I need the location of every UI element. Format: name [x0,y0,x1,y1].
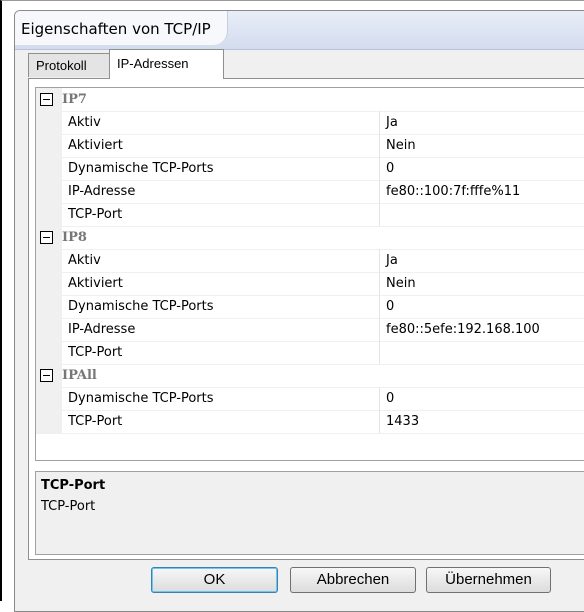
description-title: TCP-Port [41,478,106,493]
property-value[interactable]: 0 [386,157,394,180]
property-value[interactable]: fe80::5efe:192.168.100 [386,318,540,341]
property-name: Aktiv [62,111,380,134]
grid-gutter [36,410,62,433]
grid-gutter [36,295,62,318]
tab-ip-adressen[interactable]: IP-Adressen [109,49,224,79]
grid-gutter [36,272,62,295]
collapse-icon[interactable] [40,369,53,382]
grid-gutter [36,226,62,249]
grid-gutter [36,180,62,203]
property-row[interactable]: IP-Adresse fe80::100:7f:fffe%11 [36,180,584,204]
property-value[interactable]: fe80::100:7f:fffe%11 [386,180,520,203]
title-bar[interactable]: Eigenschaften von TCP/IP [15,11,584,50]
cancel-button[interactable]: Abbrechen [290,567,416,593]
grid-gutter [36,249,62,272]
grid-gutter [36,111,62,134]
property-name: Aktiv [62,249,380,272]
grid-gutter [36,88,62,111]
tab-panel-ip-adressen: IP7 Aktiv Ja Aktiviert Nein Dynamische TCP-Po… [28,78,584,560]
property-grid[interactable]: IP7 Aktiv Ja Aktiviert Nein Dynamische TCP-Po… [35,87,584,461]
property-name: Dynamische TCP-Ports [62,387,380,410]
grid-gutter [36,387,62,410]
description-text: TCP-Port [41,499,96,514]
category-row[interactable]: IP7 [36,88,584,112]
property-value[interactable]: Ja [386,249,398,272]
ok-button[interactable]: OK [151,567,278,593]
property-row[interactable]: Aktiviert Nein [36,134,584,158]
grid-gutter [36,157,62,180]
grid-gutter [36,364,62,387]
grid-gutter [36,341,62,364]
property-value[interactable]: 1433 [386,410,419,433]
property-row[interactable]: IP-Adresse fe80::5efe:192.168.100 [36,318,584,342]
property-value[interactable]: Nein [386,272,416,295]
category-label: IPAll [62,368,97,383]
property-row[interactable]: TCP-Port 1433 [36,410,584,434]
property-row[interactable]: Dynamische TCP-Ports 0 [36,157,584,181]
property-name: Dynamische TCP-Ports [62,295,380,318]
grid-gutter [36,203,62,226]
collapse-icon[interactable] [40,93,53,106]
property-name: TCP-Port [62,341,380,364]
window-title: Eigenschaften von TCP/IP [15,11,228,45]
property-row[interactable]: Dynamische TCP-Ports 0 [36,295,584,319]
property-row[interactable]: TCP-Port [36,341,584,365]
property-name: Aktiviert [62,272,380,295]
tab-protokoll[interactable]: Protokoll [28,53,110,77]
grid-gutter [36,318,62,341]
property-row[interactable]: Aktiv Ja [36,249,584,273]
property-name: IP-Adresse [62,318,380,341]
property-name: IP-Adresse [62,180,380,203]
property-value[interactable]: Ja [386,111,398,134]
property-value[interactable]: 0 [386,387,394,410]
category-row[interactable]: IP8 [36,226,584,250]
collapse-icon[interactable] [40,231,53,244]
property-row[interactable]: Aktiviert Nein [36,272,584,296]
property-row[interactable]: Dynamische TCP-Ports 0 [36,387,584,411]
description-panel: TCP-Port TCP-Port [35,471,584,555]
property-value[interactable]: 0 [386,295,394,318]
property-name: Aktiviert [62,134,380,157]
property-value[interactable]: Nein [386,134,416,157]
category-label: IP8 [62,230,87,245]
grid-gutter [36,134,62,157]
category-label: IP7 [62,92,87,107]
category-row[interactable]: IPAll [36,364,584,388]
property-row[interactable]: Aktiv Ja [36,111,584,135]
apply-button[interactable]: Übernehmen [426,567,551,593]
property-name: TCP-Port [62,203,380,226]
property-name: TCP-Port [62,410,380,433]
property-row[interactable]: TCP-Port [36,203,584,227]
property-name: Dynamische TCP-Ports [62,157,380,180]
